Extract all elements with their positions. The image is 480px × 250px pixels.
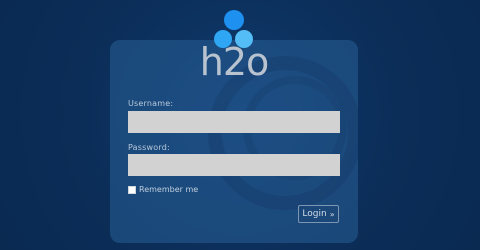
login-button-label: Login	[302, 209, 327, 219]
remember-me-checkbox[interactable]	[128, 185, 136, 194]
remember-me-row[interactable]: Remember me	[128, 185, 198, 194]
remember-me-label[interactable]: Remember me	[139, 185, 198, 194]
login-button[interactable]: Login »	[298, 205, 339, 223]
password-label: Password:	[128, 143, 170, 152]
password-input[interactable]	[128, 154, 340, 176]
login-page: h2o Username: Password: Remember me Logi…	[0, 0, 480, 250]
logo-text: h2o	[199, 40, 270, 84]
username-label: Username:	[128, 99, 174, 108]
username-input[interactable]	[128, 111, 340, 133]
double-chevron-right-icon: »	[329, 209, 335, 219]
